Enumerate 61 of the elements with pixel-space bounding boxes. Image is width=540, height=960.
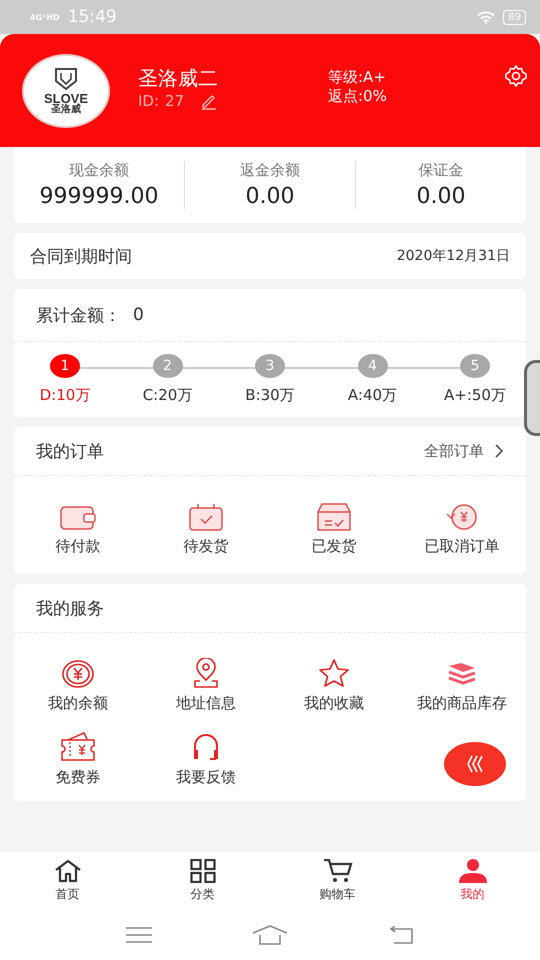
- rebate-text: 返点:0%: [328, 86, 387, 106]
- service-label[interactable]: 免费券: [56, 768, 100, 787]
- yuan-coin-icon[interactable]: [62, 660, 94, 688]
- level-label: A:40万: [348, 386, 398, 405]
- person-icon[interactable]: [458, 859, 486, 883]
- grade-text: 等级:A+: [328, 68, 387, 86]
- order-status-label[interactable]: 待付款: [56, 537, 100, 556]
- level-step: 4: [358, 354, 388, 378]
- service-label[interactable]: 我的余额: [48, 694, 108, 713]
- user-name: 圣洛威二: [138, 65, 219, 92]
- chevron-right-icon[interactable]: [494, 444, 504, 458]
- tab-item[interactable]: 购物车: [270, 852, 405, 910]
- all-orders-link[interactable]: 全部订单: [424, 442, 484, 460]
- level-step: 5: [460, 354, 490, 378]
- menu-icon[interactable]: [126, 926, 152, 944]
- level-label: A+:50万: [444, 386, 506, 405]
- grid-icon[interactable]: [190, 859, 216, 883]
- calendar-check-icon[interactable]: [189, 503, 223, 531]
- level-step: 3: [255, 354, 285, 378]
- order-status-label[interactable]: 已发货: [312, 537, 356, 556]
- wallet-icon[interactable]: [60, 505, 96, 531]
- user-id: 27: [165, 92, 184, 110]
- balance-label: 返金余额: [240, 161, 300, 180]
- tab-item[interactable]: 首页: [0, 852, 135, 910]
- tab-item[interactable]: 我的: [405, 852, 540, 910]
- location-pin-icon[interactable]: [192, 658, 220, 688]
- balance-label: 保证金: [418, 161, 464, 180]
- order-status-label[interactable]: 已取消订单: [424, 537, 500, 556]
- headset-icon[interactable]: [191, 732, 221, 762]
- service-label[interactable]: 地址信息: [176, 694, 236, 713]
- order-status-label[interactable]: 待发货: [184, 537, 228, 556]
- service-label[interactable]: 我要反馈: [176, 768, 236, 787]
- cumulative-value: 0: [133, 305, 144, 325]
- contract-date: 2020年12月31日: [396, 247, 510, 265]
- level-step: 2: [152, 354, 182, 378]
- box-icon[interactable]: [317, 503, 351, 531]
- star-icon[interactable]: [317, 658, 351, 688]
- balance-value: 0.00: [246, 184, 294, 209]
- user-id-label: ID:: [138, 92, 160, 110]
- service-label[interactable]: 我的商品库存: [417, 694, 507, 713]
- home-nav-icon[interactable]: [252, 925, 288, 945]
- cart-icon[interactable]: [322, 859, 352, 883]
- service-label[interactable]: 我的收藏: [304, 694, 364, 713]
- settings-icon[interactable]: [504, 64, 528, 88]
- home-icon[interactable]: [54, 859, 82, 883]
- back-icon[interactable]: [388, 926, 414, 944]
- level-label: B:30万: [245, 386, 295, 405]
- services-title: 我的服务: [36, 598, 104, 620]
- balance-label: 现金余额: [69, 161, 129, 180]
- balance-value: 0.00: [416, 184, 466, 209]
- balance-value: 999999.00: [40, 184, 158, 209]
- level-step: 1: [50, 354, 80, 378]
- level-label: D:10万: [40, 386, 90, 405]
- contract-label: 合同到期时间: [30, 246, 132, 268]
- wifi-icon: [477, 10, 496, 24]
- orders-title: 我的订单: [36, 440, 104, 462]
- cumulative-label: 累计金额：: [36, 304, 121, 326]
- level-label: C:20万: [142, 386, 192, 405]
- ticket-icon[interactable]: [60, 732, 96, 762]
- brand-logo: SLOVE 圣洛威: [22, 54, 110, 128]
- tab-item[interactable]: 分类: [135, 852, 270, 910]
